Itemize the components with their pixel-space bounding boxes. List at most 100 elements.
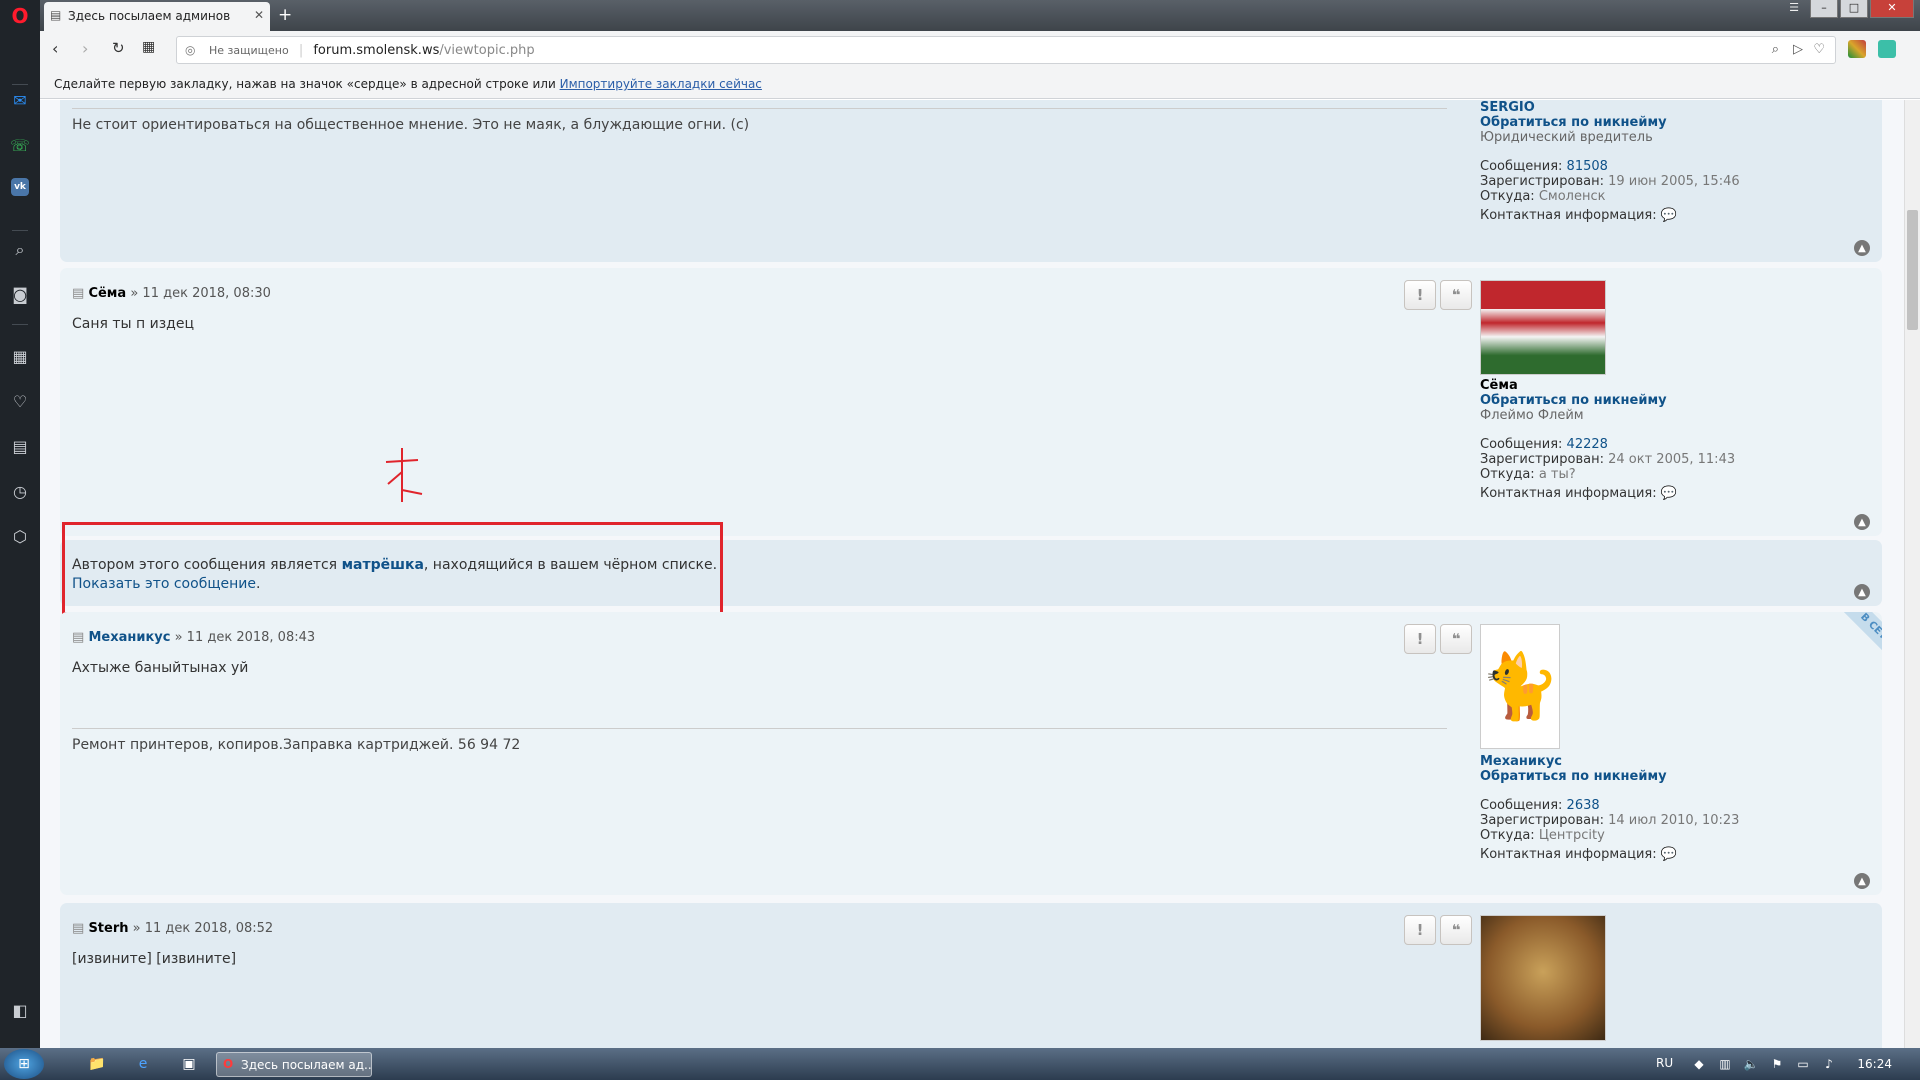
post-signature: Не стоит ориентироваться на общественное… [72,108,1447,133]
back-icon[interactable]: ‹ [52,39,58,58]
language-indicator[interactable]: RU [1656,1056,1673,1070]
contact-label: Контактная информация: [1480,486,1657,501]
import-bookmarks-link[interactable]: Импортируйте закладки сейчас [560,77,762,91]
back-to-top-icon[interactable]: ▲ [1854,514,1870,530]
post-author[interactable]: Сёма [88,286,126,301]
from-label: Откуда: [1480,828,1535,843]
post-body: Саня ты п издец [72,316,195,332]
speed-dial-icon[interactable]: ▦ [8,344,32,368]
app-icon[interactable]: ▣ [174,1052,204,1076]
maximize-icon[interactable]: □ [1840,0,1868,18]
forward-icon[interactable]: › [82,39,88,58]
back-to-top-icon[interactable]: ▲ [1854,584,1870,600]
search-icon[interactable]: ⌕ [8,238,32,262]
vk-icon[interactable]: vk [11,178,29,196]
messenger-icon[interactable]: ✉ [8,88,32,112]
highlight-box [62,522,723,615]
post-actions: ! ❝ [1404,624,1472,654]
profile-name[interactable]: Сёма [1480,378,1860,393]
messages-count[interactable]: 2638 [1567,798,1600,813]
report-button[interactable]: ! [1404,280,1436,310]
new-tab-button[interactable]: + [278,5,292,25]
navigation-toolbar: ‹ › ↻ ▦ ◎ Не защищено | forum.smolensk.w… [40,31,1920,69]
reload-icon[interactable]: ↻ [112,39,125,57]
forum-content: Не стоит ориентироваться на общественное… [40,100,1904,1048]
extension-icon[interactable] [1848,40,1866,58]
report-button[interactable]: ! [1404,624,1436,654]
close-window-icon[interactable]: ✕ [1870,0,1914,18]
whatsapp-icon[interactable]: ☏ [8,133,32,157]
opera-sidebar: O ✉ ☏ vk ⌕ ◙ ▦ ♡ ▤ ◷ ⬡ ◧ [0,0,40,1048]
back-to-top-icon[interactable]: ▲ [1854,240,1870,256]
profile-rank: Флеймо Флейм [1480,408,1584,423]
heart-icon[interactable]: ♡ [8,389,32,413]
back-to-top-icon[interactable]: ▲ [1854,873,1870,889]
opera-icon: O [223,1057,234,1071]
page-icon: ▤ [50,8,62,22]
post-sema: ▤ Сёма » 11 дек 2018, 08:30 Саня ты п из… [60,268,1882,536]
sidebar-toggle-icon[interactable]: ◧ [8,998,32,1022]
from-value: Смоленск [1538,189,1606,204]
registered-label: Зарегистрирован: [1480,813,1604,828]
signature-text: Не стоит ориентироваться на общественное… [72,117,750,133]
quote-button[interactable]: ❝ [1440,915,1472,945]
ie-icon[interactable]: e [128,1052,158,1076]
profile-name[interactable]: Механикус [1480,754,1860,769]
author-profile: SERGIO Обратиться по никнейму Юридически… [1480,100,1860,223]
explorer-icon[interactable]: 📁 [82,1052,112,1076]
clock[interactable]: 16:24 [1857,1057,1892,1071]
camera-icon[interactable]: ◙ [8,282,32,306]
messages-count[interactable]: 42228 [1567,437,1608,452]
vpn-icon[interactable] [1878,40,1896,58]
minimize-icon[interactable]: – [1810,0,1838,18]
send-icon[interactable]: ▷ [1793,42,1803,57]
post-author[interactable]: Sterh [88,921,128,936]
taskbar-opera-item[interactable]: O Здесь посылаем ад... [216,1052,372,1077]
extensions-icon[interactable]: ⬡ [8,524,32,548]
address-bar[interactable]: ◎ Не защищено | forum.smolensk.ws/viewto… [176,36,1836,64]
author-profile: Сёма Обратиться по никнейму Флеймо Флейм… [1480,378,1860,501]
avatar-mechanicus[interactable]: 🐈 [1480,624,1560,749]
from-label: Откуда: [1480,467,1535,482]
tiles-icon[interactable]: ▦ [142,39,155,55]
history-icon[interactable]: ◷ [8,479,32,503]
tab-menu-icon[interactable]: ☰ [1780,0,1808,18]
report-button[interactable]: ! [1404,915,1436,945]
post-body: [извините] [извините] [72,951,237,967]
taskbar-opera-label: Здесь посылаем ад... [241,1058,372,1072]
post-date: » 11 дек 2018, 08:52 [132,921,274,936]
nick-link[interactable]: Обратиться по никнейму [1480,769,1860,784]
doodle-mark [385,448,423,502]
post-author[interactable]: Механикус [88,630,170,645]
scrollbar-thumb[interactable] [1907,210,1918,330]
contact-label: Контактная информация: [1480,847,1657,862]
opera-logo-icon[interactable]: O [8,4,32,28]
close-tab-icon[interactable]: ✕ [254,8,264,22]
bookmark-heart-icon[interactable]: ♡ [1813,42,1825,57]
start-button[interactable]: ⊞ [4,1049,44,1079]
avatar-sterh[interactable] [1480,915,1606,1041]
contact-icon[interactable]: 💬 [1661,486,1677,501]
messages-label: Сообщения: [1480,437,1563,452]
quote-button[interactable]: ❝ [1440,624,1472,654]
vertical-scrollbar[interactable] [1904,100,1920,1048]
nick-link[interactable]: Обратиться по никнейму [1480,115,1860,130]
profile-name[interactable]: SERGIO [1480,100,1860,115]
messages-count[interactable]: 81508 [1567,159,1608,174]
contact-icon[interactable]: 💬 [1661,208,1677,223]
author-profile: Механикус Обратиться по никнейму Сообщен… [1480,754,1860,862]
nick-link[interactable]: Обратиться по никнейму [1480,393,1860,408]
post-icon: ▤ [72,286,85,301]
globe-icon: ◎ [185,43,196,57]
contact-icon[interactable]: 💬 [1661,847,1677,862]
window-controls: ☰ – □ ✕ [1780,0,1914,18]
from-value: Центрсity [1538,828,1605,843]
active-tab[interactable]: ▤ Здесь посылаем админов ✕ [44,2,270,31]
news-icon[interactable]: ▤ [8,434,32,458]
avatar-sema[interactable] [1480,280,1606,375]
search-page-icon[interactable]: ⌕ [1772,42,1779,57]
post-mechanicus: ▤ Механикус » 11 дек 2018, 08:43 Ахтыже … [60,612,1882,895]
speaker-icon[interactable]: ♪ [1814,1052,1844,1076]
quote-button[interactable]: ❝ [1440,280,1472,310]
tab-bar: ▤ Здесь посылаем админов ✕ + ☰ – □ ✕ [40,0,1920,31]
